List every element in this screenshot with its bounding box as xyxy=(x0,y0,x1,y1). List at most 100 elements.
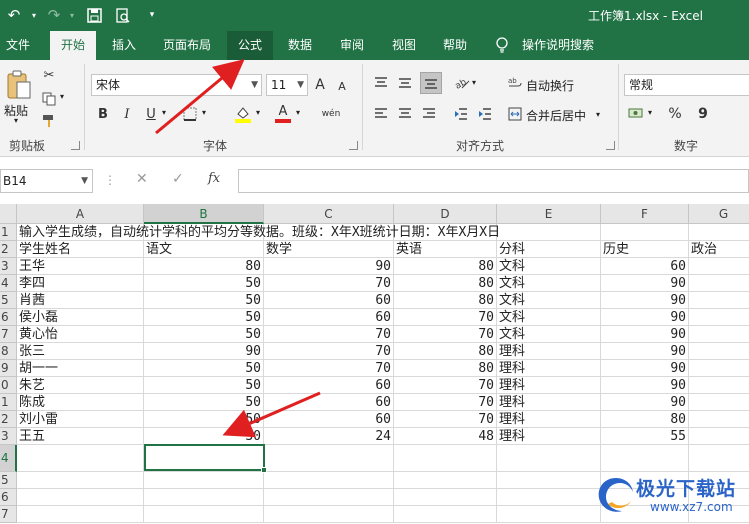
format-painter-icon[interactable] xyxy=(40,112,58,130)
column-header-a[interactable]: A xyxy=(17,204,144,224)
copy-dropdown-icon[interactable]: ▾ xyxy=(60,92,64,101)
data-cell[interactable]: 刘小雷 xyxy=(17,411,144,428)
data-cell[interactable]: 张三 xyxy=(17,343,144,360)
percent-style-button[interactable]: % xyxy=(666,105,684,123)
grid-cell[interactable] xyxy=(264,506,394,523)
grid-cell[interactable] xyxy=(497,445,601,472)
data-cell[interactable]: 80 xyxy=(394,275,497,292)
grid-cell[interactable] xyxy=(497,472,601,489)
data-cell[interactable]: 80 xyxy=(394,343,497,360)
row-header[interactable]: 7 xyxy=(0,506,17,523)
grid-cell[interactable] xyxy=(689,411,749,428)
data-cell[interactable]: 80 xyxy=(144,258,264,275)
grid-cell[interactable] xyxy=(497,224,601,241)
phonetic-guide-button[interactable]: wén xyxy=(318,104,344,124)
data-cell[interactable]: 陈成 xyxy=(17,394,144,411)
accounting-format-icon[interactable] xyxy=(626,105,646,123)
row-header[interactable]: 5 xyxy=(0,292,17,309)
tab-home[interactable]: 开始 xyxy=(50,31,96,60)
grid-cell[interactable] xyxy=(17,445,144,472)
grid-cell[interactable] xyxy=(394,445,497,472)
alignment-launcher-icon[interactable] xyxy=(606,141,615,150)
increase-indent-icon[interactable] xyxy=(476,105,494,123)
grid-cell[interactable] xyxy=(264,472,394,489)
data-cell[interactable]: 50 xyxy=(144,309,264,326)
column-header-b[interactable]: B xyxy=(144,204,264,224)
paste-dropdown-icon[interactable]: ▾ xyxy=(14,116,18,125)
font-name-combo[interactable]: 宋体 ▼ xyxy=(91,74,262,96)
data-cell[interactable]: 50 xyxy=(144,394,264,411)
data-cell[interactable]: 肖茜 xyxy=(17,292,144,309)
confirm-icon[interactable]: ✓ xyxy=(172,171,184,187)
underline-dropdown-icon[interactable]: ▾ xyxy=(162,108,166,117)
select-all-corner[interactable] xyxy=(0,204,17,224)
data-cell[interactable]: 30 xyxy=(144,428,264,445)
data-cell[interactable]: 理科 xyxy=(497,343,601,360)
grow-font-button[interactable]: A xyxy=(312,76,328,94)
tab-data[interactable]: 数据 xyxy=(280,31,320,60)
cancel-icon[interactable]: ✕ xyxy=(136,171,148,187)
header-cell[interactable]: 语文 xyxy=(144,241,264,258)
merge-center-button[interactable]: 合并后居中 xyxy=(526,107,586,124)
data-cell[interactable]: 文科 xyxy=(497,309,601,326)
data-cell[interactable]: 70 xyxy=(264,360,394,377)
wrap-text-button[interactable]: 自动换行 xyxy=(526,77,574,94)
comma-style-button[interactable]: 9 xyxy=(694,105,712,123)
data-cell[interactable]: 理科 xyxy=(497,411,601,428)
data-cell[interactable]: 48 xyxy=(394,428,497,445)
data-cell[interactable]: 朱艺 xyxy=(17,377,144,394)
fill-color-dropdown-icon[interactable]: ▾ xyxy=(256,108,260,117)
fill-handle[interactable] xyxy=(261,467,267,473)
wrap-text-icon[interactable]: ab xyxy=(506,74,524,92)
save-icon[interactable] xyxy=(84,5,104,25)
merge-center-icon[interactable] xyxy=(506,105,524,123)
align-center-icon[interactable] xyxy=(396,105,414,123)
data-cell[interactable]: 文科 xyxy=(497,326,601,343)
data-cell[interactable]: 文科 xyxy=(497,258,601,275)
font-size-combo[interactable]: 11 ▼ xyxy=(266,74,308,96)
header-cell[interactable]: 分科 xyxy=(497,241,601,258)
grid-cell[interactable] xyxy=(689,292,749,309)
align-right-icon[interactable] xyxy=(420,105,438,123)
data-cell[interactable]: 90 xyxy=(601,326,689,343)
row-header[interactable]: 1 xyxy=(0,394,17,411)
name-box[interactable]: B14 ▼ xyxy=(0,169,93,193)
data-cell[interactable]: 80 xyxy=(394,292,497,309)
column-header-e[interactable]: E xyxy=(497,204,601,224)
column-header-g[interactable]: G xyxy=(689,204,749,224)
data-cell[interactable]: 文科 xyxy=(497,292,601,309)
clipboard-launcher-icon[interactable] xyxy=(71,141,80,150)
data-cell[interactable]: 胡一一 xyxy=(17,360,144,377)
data-cell[interactable]: 70 xyxy=(394,394,497,411)
grid-cell[interactable] xyxy=(394,472,497,489)
data-cell[interactable]: 90 xyxy=(264,258,394,275)
data-cell[interactable]: 24 xyxy=(264,428,394,445)
column-header-d[interactable]: D xyxy=(394,204,497,224)
cut-icon[interactable]: ✂ xyxy=(40,66,58,84)
borders-dropdown-icon[interactable]: ▾ xyxy=(202,108,206,117)
tab-help[interactable]: 帮助 xyxy=(435,31,475,60)
column-header-f[interactable]: F xyxy=(601,204,689,224)
borders-icon[interactable] xyxy=(180,105,200,123)
tab-view[interactable]: 视图 xyxy=(384,31,424,60)
grid-cell[interactable] xyxy=(497,489,601,506)
font-launcher-icon[interactable] xyxy=(349,141,358,150)
data-cell[interactable]: 90 xyxy=(601,360,689,377)
orientation-icon[interactable]: ab xyxy=(452,74,472,92)
row-header[interactable]: 2 xyxy=(0,241,17,258)
row-header[interactable]: 1 xyxy=(0,224,17,241)
grid-cell[interactable] xyxy=(144,472,264,489)
grid-cell[interactable] xyxy=(144,489,264,506)
data-cell[interactable]: 70 xyxy=(394,411,497,428)
data-cell[interactable]: 理科 xyxy=(497,377,601,394)
tab-page-layout[interactable]: 页面布局 xyxy=(155,31,219,60)
formula-input[interactable] xyxy=(238,169,749,193)
data-cell[interactable]: 70 xyxy=(264,275,394,292)
undo-icon[interactable]: ↶ xyxy=(4,5,24,25)
data-cell[interactable]: 55 xyxy=(601,428,689,445)
grid-cell[interactable] xyxy=(394,489,497,506)
grid-cell[interactable] xyxy=(689,258,749,275)
row-header[interactable]: 9 xyxy=(0,360,17,377)
data-cell[interactable]: 90 xyxy=(601,343,689,360)
grid-cell[interactable] xyxy=(144,506,264,523)
